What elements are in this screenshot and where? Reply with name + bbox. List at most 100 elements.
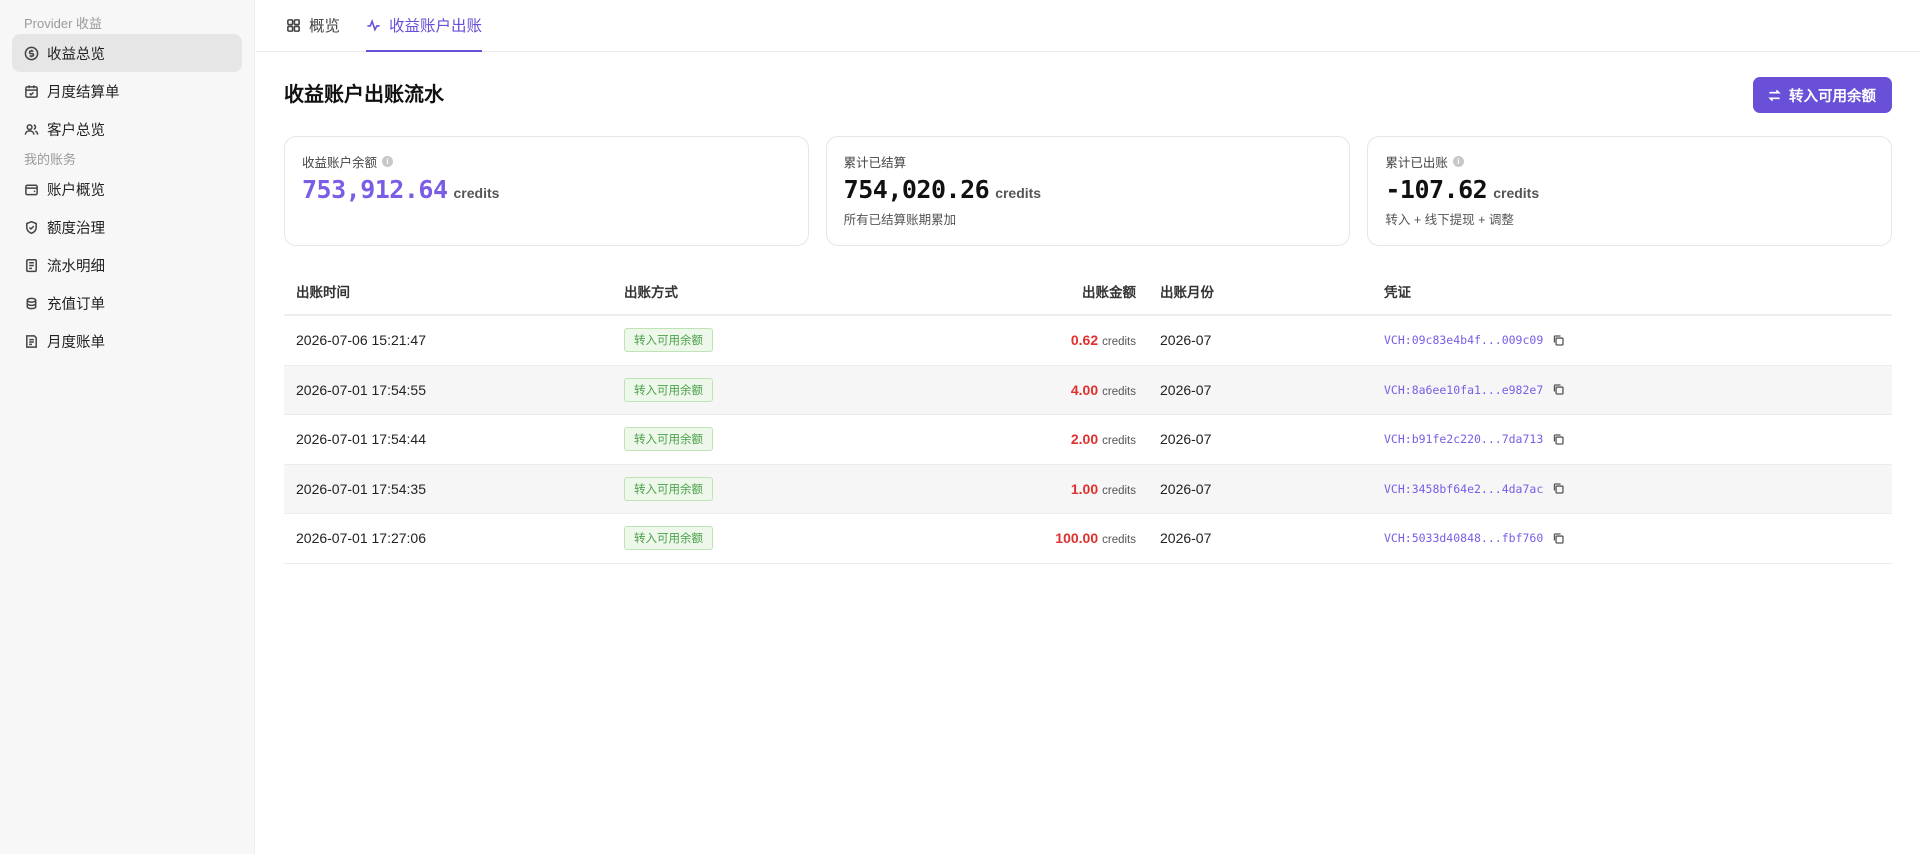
transfer-icon <box>1768 89 1781 101</box>
sidebar-item-transaction-details[interactable]: 流水明细 <box>12 246 242 284</box>
column-header-time[interactable]: 出账时间 <box>284 281 624 301</box>
tab-bar: 概览 收益账户出账 <box>256 0 1920 52</box>
coins-icon <box>24 296 39 311</box>
summary-cards: 收益账户余额 i 753,912.64 credits 累计已结算 754,02… <box>284 136 1893 246</box>
method-tag: 转入可用余额 <box>624 427 713 452</box>
cell-time: 2026-07-01 17:27:06 <box>296 530 426 547</box>
method-tag: 转入可用余额 <box>624 377 713 402</box>
main-content: 概览 收益账户出账 收益账户出账流水 转入可用余额 收益账户余额 i 753,9… <box>256 0 1920 854</box>
cell-method: 转入可用余额 <box>624 526 874 551</box>
table-row: 2026-07-06 15:21:47 转入可用余额 0.62 credits 2026… <box>284 316 1892 366</box>
copy-icon[interactable] <box>1552 334 1565 347</box>
cell-amount: 2.00 credits <box>874 431 1146 447</box>
payout-table: 出账时间 出账方式 出账金额 出账月份 凭证 2026-07-06 15:21:… <box>284 268 1892 564</box>
info-icon[interactable]: i <box>1452 155 1464 167</box>
amount-unit: credits <box>1102 336 1136 349</box>
cell-month: 2026-07 <box>1160 332 1212 349</box>
card-label-text: 累计已结算 <box>843 155 907 170</box>
bill-icon <box>24 334 39 349</box>
sidebar-item-label: 收益总览 <box>47 46 105 63</box>
sidebar-item-label: 额度治理 <box>47 220 105 237</box>
card-value-row: 753,912.64 credits <box>302 175 791 204</box>
cell-amount: 0.62 credits <box>874 332 1146 348</box>
sidebar-item-label: 账户概览 <box>47 182 105 199</box>
card-unit: credits <box>453 185 500 201</box>
sidebar-item-customer-overview[interactable]: 客户总览 <box>12 110 242 148</box>
page-title: 收益账户出账流水 <box>284 84 444 106</box>
cell-voucher: VCH:5033d40848...fbf760 <box>1384 531 1892 545</box>
voucher-link[interactable]: VCH:09c83e4b4f...009c09 <box>1384 333 1543 347</box>
table-row: 2026-07-01 17:54:35 转入可用余额 1.00 credits 2026… <box>284 464 1892 514</box>
card-total-settled: 累计已结算 754,020.26 credits 所有已结算账期累加 <box>825 136 1351 246</box>
sidebar-item-monthly-statement[interactable]: 月度结算单 <box>12 72 242 110</box>
method-tag: 转入可用余额 <box>624 526 713 551</box>
amount-value: 4.00 <box>1070 381 1099 398</box>
copy-icon[interactable] <box>1552 433 1565 446</box>
sidebar-item-label: 流水明细 <box>47 258 105 275</box>
sidebar-section-provider: Provider 收益 <box>24 16 103 31</box>
voucher-link[interactable]: VCH:8a6ee10fa1...e982e7 <box>1384 383 1543 397</box>
copy-icon[interactable] <box>1552 383 1565 396</box>
card-value: 754,020.26 <box>843 175 990 204</box>
sidebar-item-revenue-overview[interactable]: 收益总览 <box>12 34 242 72</box>
calendar-icon <box>24 84 39 99</box>
button-label: 转入可用余额 <box>1789 88 1876 105</box>
column-header-method[interactable]: 出账方式 <box>624 281 874 301</box>
copy-icon[interactable] <box>1552 482 1565 495</box>
voucher-link[interactable]: VCH:3458bf64e2...4da7ac <box>1384 482 1543 496</box>
amount-unit: credits <box>1102 435 1136 448</box>
card-label-text: 累计已出账 <box>1385 155 1448 170</box>
column-header-voucher[interactable]: 凭证 <box>1384 281 1892 301</box>
cell-amount: 1.00 credits <box>874 481 1146 497</box>
cell-voucher: VCH:8a6ee10fa1...e982e7 <box>1384 383 1892 397</box>
card-label-text: 收益账户余额 <box>302 155 378 170</box>
info-icon[interactable]: i <box>382 155 394 167</box>
cell-method: 转入可用余额 <box>624 476 874 501</box>
amount-value: 1.00 <box>1070 480 1099 497</box>
table-body: 2026-07-06 15:21:47 转入可用余额 0.62 credits 2026… <box>284 316 1892 564</box>
amount-unit: credits <box>1102 385 1136 398</box>
sidebar-item-monthly-bill[interactable]: 月度账单 <box>12 322 242 360</box>
voucher-link[interactable]: VCH:5033d40848...fbf760 <box>1384 531 1543 545</box>
method-tag: 转入可用余额 <box>624 328 713 353</box>
card-subtitle: 所有已结算账期累加 <box>843 213 957 227</box>
column-header-amount[interactable]: 出账金额 <box>874 281 1146 301</box>
cell-amount: 100.00 credits <box>874 530 1146 546</box>
sidebar-section-my-billing: 我的账务 <box>24 152 77 167</box>
sidebar-item-label: 客户总览 <box>47 122 105 139</box>
cell-voucher: VCH:09c83e4b4f...009c09 <box>1384 333 1892 347</box>
amount-unit: credits <box>1102 484 1136 497</box>
amount-unit: credits <box>1102 534 1136 547</box>
table-header: 出账时间 出账方式 出账金额 出账月份 凭证 <box>284 268 1892 316</box>
column-header-month[interactable]: 出账月份 <box>1146 281 1384 301</box>
card-label: 累计已出账 i <box>1385 153 1874 170</box>
cell-voucher: VCH:3458bf64e2...4da7ac <box>1384 482 1892 496</box>
cell-method: 转入可用余额 <box>624 427 874 452</box>
dollar-circle-icon <box>24 46 39 61</box>
sidebar: Provider 收益 收益总览 月度结算单 客户总览 我的账务 账户概览 额度… <box>0 0 255 854</box>
table-row: 2026-07-01 17:54:55 转入可用余额 4.00 credits 2026… <box>284 365 1892 415</box>
cell-month: 2026-07 <box>1160 431 1212 448</box>
amount-value: 0.62 <box>1070 332 1099 349</box>
card-value: 753,912.64 <box>302 175 448 204</box>
tab-overview[interactable]: 概览 <box>286 0 340 51</box>
cell-voucher: VCH:b91fe2c220...7da713 <box>1384 432 1892 446</box>
sidebar-item-quota-governance[interactable]: 额度治理 <box>12 208 242 246</box>
cell-time: 2026-07-01 17:54:44 <box>296 431 426 448</box>
copy-icon[interactable] <box>1552 532 1565 545</box>
sidebar-item-label: 月度结算单 <box>47 84 120 101</box>
sidebar-item-account-overview[interactable]: 账户概览 <box>12 170 242 208</box>
wallet-icon <box>24 182 39 197</box>
voucher-link[interactable]: VCH:b91fe2c220...7da713 <box>1384 432 1543 446</box>
activity-icon <box>367 18 380 32</box>
card-value-row: 754,020.26 credits <box>844 175 1333 204</box>
sidebar-item-recharge-orders[interactable]: 充值订单 <box>12 284 242 322</box>
cell-month: 2026-07 <box>1160 381 1212 398</box>
amount-value: 100.00 <box>1055 530 1099 547</box>
transfer-to-available-balance-button[interactable]: 转入可用余额 <box>1753 77 1892 113</box>
shield-icon <box>24 220 39 235</box>
card-value: -107.62 <box>1385 175 1488 204</box>
tab-revenue-account-payout[interactable]: 收益账户出账 <box>366 0 483 52</box>
card-label: 收益账户余额 i <box>302 153 791 170</box>
grid-icon <box>287 18 300 32</box>
